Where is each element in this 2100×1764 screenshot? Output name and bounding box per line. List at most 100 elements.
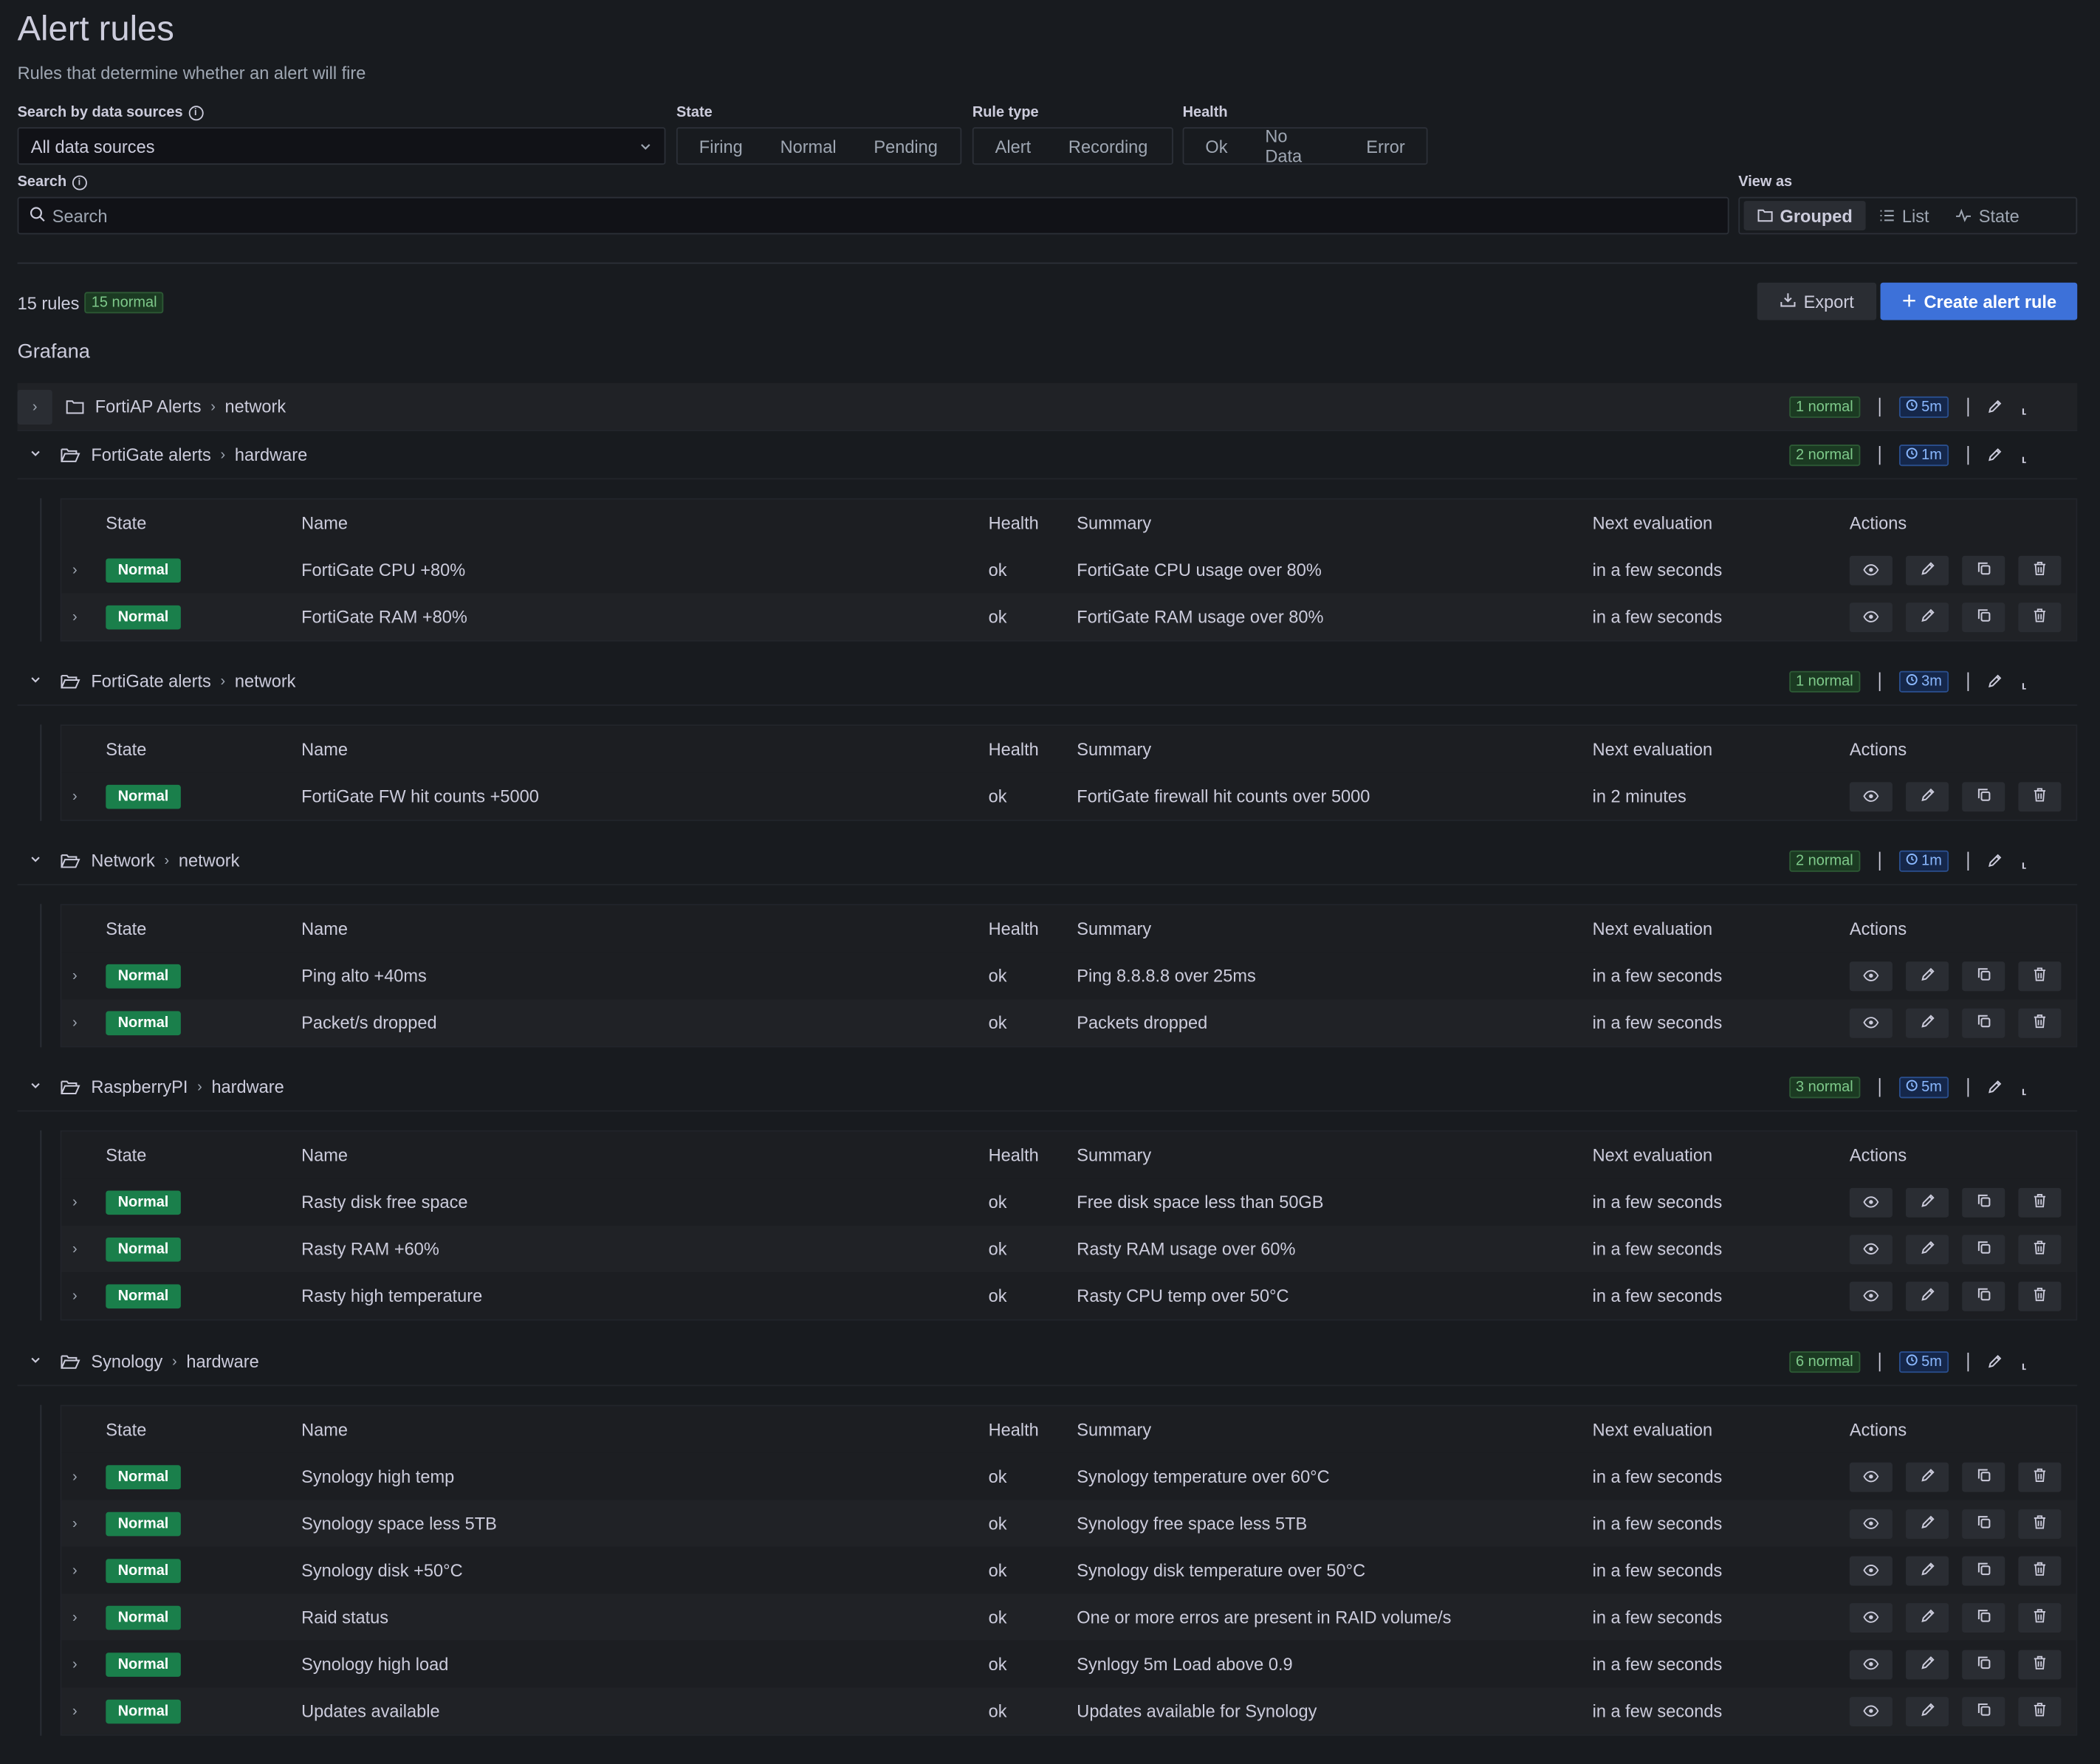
copy-button[interactable] [1962, 602, 2005, 632]
view-button[interactable] [1849, 1187, 1893, 1217]
table-row[interactable]: › Normal FortiGate RAM +80% ok FortiGate RAM… [61, 593, 2076, 640]
permissions-icon[interactable]: ⸤ [2021, 1351, 2028, 1372]
ruletype-option-recording[interactable]: Recording [1050, 136, 1167, 156]
delete-button[interactable] [2018, 1187, 2062, 1217]
delete-button[interactable] [2018, 781, 2062, 811]
chevron-down-icon[interactable] [18, 673, 52, 689]
table-row[interactable]: › Normal Packet/s dropped ok Packets dropped… [61, 999, 2076, 1046]
chevron-right-icon[interactable]: › [72, 608, 78, 625]
namespace-row[interactable]: › FortiAP Alerts › network 1 normal 5m ⸤ [17, 382, 2078, 432]
chevron-right-icon[interactable]: › [17, 388, 52, 425]
info-icon[interactable]: i [72, 174, 87, 190]
copy-button[interactable] [1962, 1696, 2005, 1726]
ruletype-option-alert[interactable]: Alert [976, 136, 1049, 156]
edit-button[interactable] [1906, 1602, 1949, 1633]
info-icon[interactable]: i [188, 105, 203, 120]
delete-button[interactable] [2018, 1234, 2062, 1264]
folder-name[interactable]: FortiGate alerts [91, 671, 211, 691]
chevron-down-icon[interactable] [18, 852, 52, 868]
chevron-down-icon[interactable] [18, 1353, 52, 1370]
copy-button[interactable] [1962, 1007, 2005, 1037]
delete-button[interactable] [2018, 1461, 2062, 1492]
edit-button[interactable] [1906, 1007, 1949, 1037]
view-button[interactable] [1849, 961, 1893, 991]
delete-button[interactable] [2018, 961, 2062, 991]
health-option-nodata[interactable]: No Data [1246, 126, 1348, 165]
pencil-icon[interactable] [1988, 447, 2003, 462]
namespace-row[interactable]: FortiGate alerts › hardware 2 normal 1m ⸤ [17, 431, 2078, 480]
chevron-right-icon[interactable]: › [72, 788, 78, 804]
edit-button[interactable] [1906, 1509, 1949, 1539]
permissions-icon[interactable]: ⸤ [2021, 1076, 2028, 1097]
state-option-firing[interactable]: Firing [680, 136, 761, 156]
copy-button[interactable] [1962, 1461, 2005, 1492]
table-row[interactable]: › Normal FortiGate FW hit counts +5000 ok Fo… [61, 772, 2076, 820]
table-row[interactable]: › Normal Synology high load ok Synlogy 5m Lo… [61, 1640, 2076, 1688]
search-input[interactable]: Search [17, 196, 1729, 235]
folder-name[interactable]: RaspberryPI [91, 1077, 188, 1097]
pencil-icon[interactable] [1988, 1080, 2003, 1094]
view-button[interactable] [1849, 1280, 1893, 1311]
copy-button[interactable] [1962, 1187, 2005, 1217]
table-row[interactable]: › Normal Raid status ok One or more erros ar… [61, 1593, 2076, 1641]
health-option-ok[interactable]: Ok [1187, 136, 1246, 156]
chevron-right-icon[interactable]: › [72, 967, 78, 984]
table-row[interactable]: › Normal Synology space less 5TB ok Synology… [61, 1500, 2076, 1547]
edit-button[interactable] [1906, 1649, 1949, 1679]
copy-button[interactable] [1962, 781, 2005, 811]
permissions-icon[interactable]: ⸤ [2021, 396, 2028, 417]
chevron-right-icon[interactable]: › [72, 1015, 78, 1031]
edit-button[interactable] [1906, 602, 1949, 632]
chevron-right-icon[interactable]: › [72, 1240, 78, 1257]
view-button[interactable] [1849, 1509, 1893, 1539]
edit-button[interactable] [1906, 781, 1949, 811]
copy-button[interactable] [1962, 1280, 2005, 1311]
namespace-row[interactable]: FortiGate alerts › network 1 normal 3m ⸤ [17, 658, 2078, 706]
table-row[interactable]: › Normal Synology high temp ok Synology temp… [61, 1452, 2076, 1500]
pencil-icon[interactable] [1988, 853, 2003, 868]
permissions-icon[interactable]: ⸤ [2021, 850, 2028, 871]
delete-button[interactable] [2018, 555, 2062, 585]
folder-name[interactable]: Network [91, 851, 154, 871]
folder-name[interactable]: FortiGate alerts [91, 445, 211, 464]
view-button[interactable] [1849, 1007, 1893, 1037]
chevron-right-icon[interactable]: › [72, 1562, 78, 1579]
copy-button[interactable] [1962, 961, 2005, 991]
table-row[interactable]: › Normal Synology disk +50°C ok Synology dis… [61, 1546, 2076, 1594]
chevron-right-icon[interactable]: › [72, 1703, 78, 1719]
edit-button[interactable] [1906, 1696, 1949, 1726]
namespace-row[interactable]: Network › network 2 normal 1m ⸤ [17, 837, 2078, 885]
delete-button[interactable] [2018, 1007, 2062, 1037]
edit-button[interactable] [1906, 1461, 1949, 1492]
table-row[interactable]: › Normal Ping alto +40ms ok Ping 8.8.8.8 ove… [61, 952, 2076, 1000]
delete-button[interactable] [2018, 1696, 2062, 1726]
delete-button[interactable] [2018, 1555, 2062, 1585]
chevron-right-icon[interactable]: › [72, 1194, 78, 1210]
table-row[interactable]: › Normal Rasty disk free space ok Free disk … [61, 1178, 2076, 1226]
namespace-row[interactable]: Synology › hardware 6 normal 5m ⸤ [17, 1338, 2078, 1387]
pencil-icon[interactable] [1988, 399, 2003, 414]
chevron-down-icon[interactable] [18, 1079, 52, 1095]
state-option-normal[interactable]: Normal [761, 136, 855, 156]
datasource-select[interactable]: All data sources [17, 127, 666, 165]
health-option-error[interactable]: Error [1348, 136, 1424, 156]
chevron-right-icon[interactable]: › [72, 1469, 78, 1485]
delete-button[interactable] [2018, 1509, 2062, 1539]
copy-button[interactable] [1962, 1234, 2005, 1264]
edit-button[interactable] [1906, 555, 1949, 585]
copy-button[interactable] [1962, 1649, 2005, 1679]
chevron-down-icon[interactable] [18, 447, 52, 463]
chevron-right-icon[interactable]: › [72, 1609, 78, 1625]
view-button[interactable] [1849, 1649, 1893, 1679]
viewas-list[interactable]: List [1866, 201, 1943, 230]
pencil-icon[interactable] [1988, 673, 2003, 688]
view-button[interactable] [1849, 1461, 1893, 1492]
table-row[interactable]: › Normal Rasty RAM +60% ok Rasty RAM usage o… [61, 1225, 2076, 1273]
copy-button[interactable] [1962, 555, 2005, 585]
delete-button[interactable] [2018, 1602, 2062, 1633]
edit-button[interactable] [1906, 1280, 1949, 1311]
chevron-right-icon[interactable]: › [72, 1656, 78, 1672]
view-button[interactable] [1849, 1234, 1893, 1264]
view-button[interactable] [1849, 781, 1893, 811]
edit-button[interactable] [1906, 961, 1949, 991]
